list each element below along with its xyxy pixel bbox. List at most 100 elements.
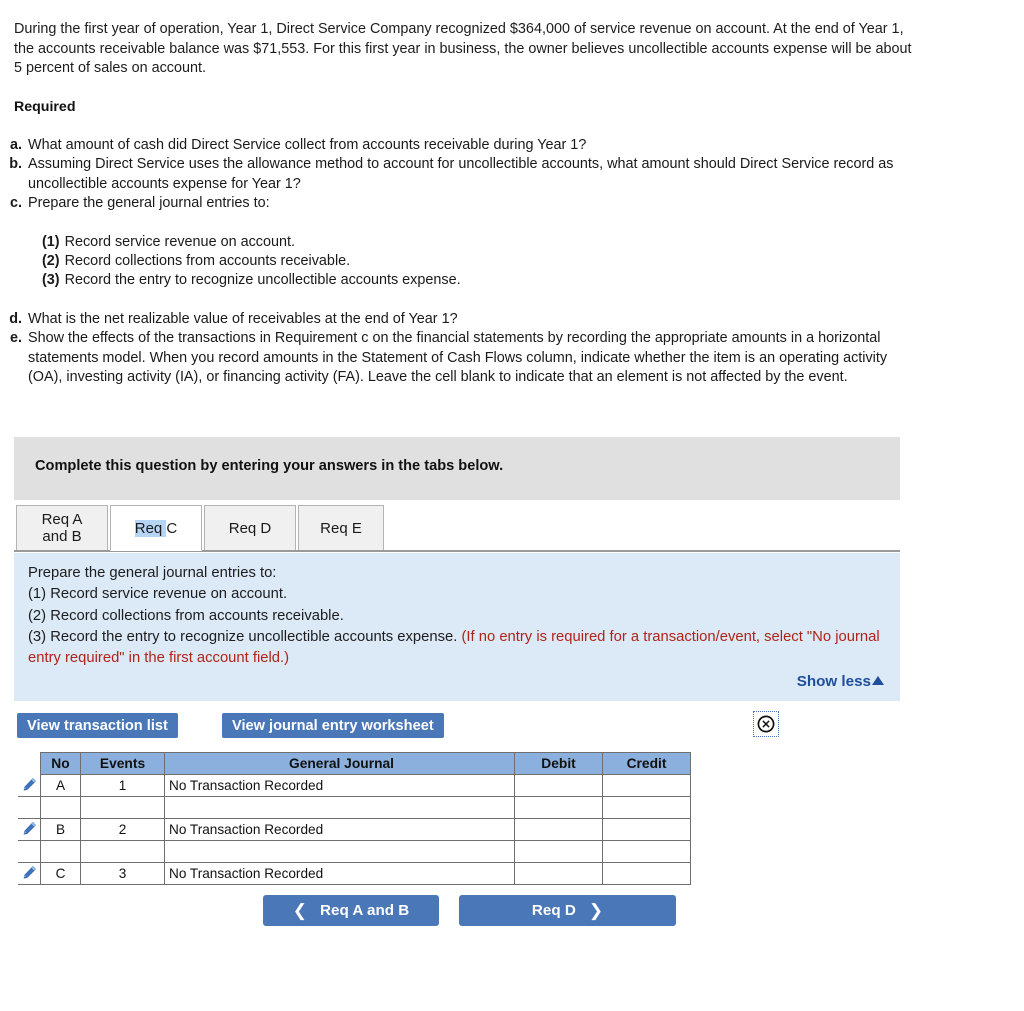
row-cell-no[interactable] — [40, 796, 81, 819]
sublist-text: Record the entry to recognize uncollecti… — [64, 272, 461, 289]
next-requirement-button[interactable]: Req D ❯ — [459, 895, 676, 926]
row-cell-general-journal[interactable]: No Transaction Recorded — [164, 862, 515, 885]
row-cell-events[interactable] — [80, 796, 165, 819]
row-cell-general-journal[interactable]: No Transaction Recorded — [164, 774, 515, 797]
row-cell-events[interactable]: 1 — [80, 774, 165, 797]
requirement-text: Show the effects of the transactions in … — [28, 330, 888, 386]
edit-pencil-icon — [23, 821, 36, 835]
instruction-line-4: (3) Record the entry to recognize uncoll… — [28, 628, 458, 645]
row-cell-general-journal[interactable] — [164, 840, 515, 863]
instruction-line-3: (2) Record collections from accounts rec… — [28, 607, 344, 624]
table-row — [18, 796, 691, 819]
row-edit-spacer — [18, 840, 41, 863]
table-header-events: Events — [80, 752, 165, 775]
tab-req-c[interactable]: Req C — [110, 505, 202, 551]
chevron-up-icon — [872, 676, 884, 685]
view-journal-entry-worksheet-button[interactable]: View journal entry worksheet — [222, 713, 444, 738]
row-cell-credit[interactable] — [602, 840, 691, 863]
tab-label-selected-text: Req — [134, 519, 167, 537]
required-heading: Required — [14, 99, 76, 115]
instruction-line-2: (1) Record service revenue on account. — [28, 586, 288, 603]
table-row: A 1 No Transaction Recorded — [18, 774, 691, 797]
row-cell-debit[interactable] — [514, 862, 603, 885]
tab-label-line-2: and B — [42, 528, 82, 545]
sublist-text: Record service revenue on account. — [64, 233, 295, 250]
table-row: C 3 No Transaction Recorded — [18, 862, 691, 885]
tab-label-rest: C — [166, 519, 178, 537]
show-less-label: Show less — [796, 673, 871, 690]
row-cell-events[interactable] — [80, 840, 165, 863]
requirement-text: Prepare the general journal entries to: — [28, 195, 270, 212]
previous-requirement-label: Req A and B — [320, 902, 410, 919]
table-header-edit-spacer — [19, 753, 41, 775]
tab-req-e[interactable]: Req E — [298, 505, 384, 551]
row-cell-no[interactable]: B — [40, 818, 81, 841]
sublist-item-2: (2) Record collections from accounts rec… — [42, 252, 906, 271]
row-edit-button[interactable] — [18, 774, 41, 797]
requirement-item-c: c. Prepare the general journal entries t… — [6, 194, 906, 213]
row-cell-credit[interactable] — [602, 862, 691, 885]
tab-label-line-1: Req A — [41, 511, 83, 528]
requirement-text: What amount of cash did Direct Service c… — [28, 137, 587, 153]
row-cell-general-journal[interactable]: No Transaction Recorded — [164, 818, 515, 841]
sublist-item-1: (1) Record service revenue on account. — [42, 233, 906, 252]
view-transaction-list-button[interactable]: View transaction list — [17, 713, 178, 738]
row-cell-events[interactable]: 3 — [80, 862, 165, 885]
row-edit-button[interactable] — [18, 862, 41, 885]
row-cell-debit[interactable] — [514, 840, 603, 863]
row-cell-no[interactable]: A — [40, 774, 81, 797]
edit-pencil-icon — [23, 777, 36, 791]
tab-req-d[interactable]: Req D — [204, 505, 296, 551]
row-cell-debit[interactable] — [514, 774, 603, 797]
row-cell-no[interactable]: C — [40, 862, 81, 885]
row-cell-debit[interactable] — [514, 818, 603, 841]
tab-req-a-and-b[interactable]: Req A and B — [16, 505, 108, 551]
table-row — [18, 840, 691, 863]
requirement-marker: e. — [9, 330, 22, 347]
row-cell-debit[interactable] — [514, 796, 603, 819]
requirement-text: What is the net realizable value of rece… — [28, 310, 458, 327]
requirement-item-d: d. What is the net realizable value of r… — [6, 310, 906, 329]
tab-label: Req D — [228, 519, 272, 537]
chevron-left-icon: ❮ — [292, 901, 308, 920]
row-cell-credit[interactable] — [602, 774, 691, 797]
instruction-line-4-wrapper: (3) Record the entry to recognize uncoll… — [28, 627, 888, 670]
sublist-marker: (2) — [42, 253, 60, 270]
requirement-c-sublist: (1) Record service revenue on account. (… — [42, 233, 906, 291]
problem-statement: During the first year of operation, Year… — [14, 20, 914, 79]
row-cell-no[interactable] — [40, 840, 81, 863]
complete-question-banner: Complete this question by entering your … — [14, 437, 900, 500]
requirement-marker: b. — [9, 156, 22, 173]
table-header-credit: Credit — [602, 752, 691, 775]
requirement-text: Assuming Direct Service uses the allowan… — [28, 156, 894, 192]
row-cell-general-journal[interactable] — [164, 796, 515, 819]
tab-label: Req E — [320, 519, 362, 537]
requirement-marker: d. — [9, 310, 22, 327]
requirement-item-a: a. What amount of cash did Direct Servic… — [6, 136, 906, 155]
previous-requirement-button[interactable]: ❮ Req A and B — [263, 895, 439, 926]
requirements-list: a. What amount of cash did Direct Servic… — [6, 136, 906, 387]
general-journal-table: No Events General Journal Debit Credit A… — [18, 752, 691, 885]
row-edit-button[interactable] — [18, 818, 41, 841]
next-requirement-label: Req D — [531, 902, 576, 919]
row-cell-events[interactable]: 2 — [80, 818, 165, 841]
requirement-marker: a. — [9, 137, 22, 153]
instruction-line-1: Prepare the general journal entries to: — [28, 565, 277, 581]
sublist-item-3: (3) Record the entry to recognize uncoll… — [42, 271, 906, 290]
show-less-link[interactable]: Show less — [797, 673, 884, 690]
sublist-marker: (3) — [42, 272, 60, 289]
row-edit-spacer — [18, 796, 41, 819]
requirement-item-b: b. Assuming Direct Service uses the allo… — [6, 155, 906, 194]
chevron-right-icon: ❯ — [588, 901, 604, 920]
close-circle-icon — [757, 715, 775, 733]
row-cell-credit[interactable] — [602, 818, 691, 841]
requirement-item-e: e. Show the effects of the transactions … — [6, 329, 906, 387]
instruction-panel: Prepare the general journal entries to: … — [14, 553, 900, 701]
general-journal-table-body: A 1 No Transaction Recorded B 2 No Transactio… — [18, 774, 691, 885]
requirement-marker: c. — [9, 195, 22, 212]
requirement-tabs: Req A and B Req C Req D Req E — [16, 505, 900, 551]
close-button[interactable] — [753, 711, 779, 737]
edit-pencil-icon — [23, 865, 36, 879]
table-header-debit: Debit — [514, 752, 603, 775]
row-cell-credit[interactable] — [602, 796, 691, 819]
